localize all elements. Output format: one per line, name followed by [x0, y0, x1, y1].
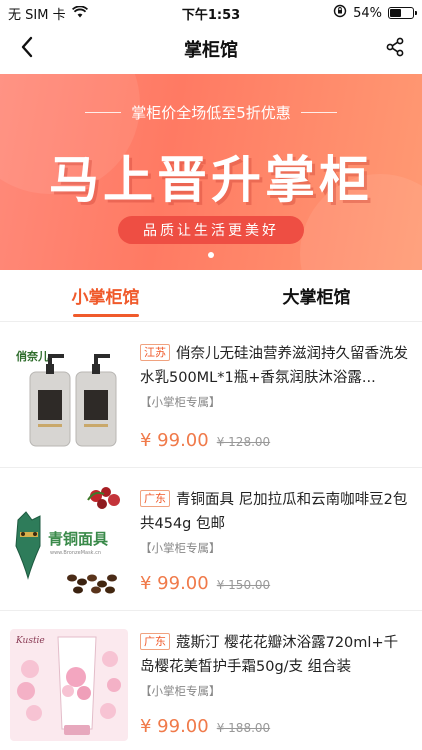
- banner-divider: [300, 112, 337, 113]
- current-price: ¥ 99.00: [140, 573, 209, 594]
- svg-text:Kustie: Kustie: [15, 636, 45, 646]
- product-item[interactable]: 青铜面具 www.BronzeMask.cn 广东 青铜面具 尼加拉瓜和云南咖啡豆…: [0, 468, 422, 611]
- current-price: ¥ 99.00: [140, 430, 209, 451]
- exclusive-tag: 【小掌柜专属】: [140, 541, 221, 555]
- wifi-icon: [71, 5, 88, 22]
- bronze-mask-coffee-image: 青铜面具 www.BronzeMask.cn: [10, 486, 128, 598]
- current-price: ¥ 99.00: [140, 716, 209, 737]
- navigation-bar: 掌柜馆: [0, 24, 422, 74]
- svg-text:www.BronzeMask.cn: www.BronzeMask.cn: [50, 550, 101, 556]
- product-title-block: 江苏 俏奈儿无硅油营养滋润持久留香洗发水乳500ML*1瓶+香氛润肤沐浴露...: [140, 342, 410, 390]
- status-left: 无 SIM 卡: [8, 4, 88, 23]
- share-button[interactable]: [380, 34, 410, 64]
- tab-small-shopkeeper[interactable]: 小掌柜馆: [0, 270, 211, 321]
- status-bar: 无 SIM 卡 下午1:53 54%: [0, 0, 422, 24]
- banner-divider: [85, 112, 122, 113]
- price-row: ¥ 99.00 ¥ 150.00: [140, 573, 270, 594]
- price-row: ¥ 99.00 ¥ 188.00: [140, 716, 270, 737]
- original-price: ¥ 150.00: [216, 578, 271, 592]
- product-info: 江苏 俏奈儿无硅油营养滋润持久留香洗发水乳500ML*1瓶+香氛润肤沐浴露... …: [140, 342, 410, 410]
- tab-bar: 小掌柜馆 大掌柜馆: [0, 270, 422, 322]
- original-price: ¥ 128.00: [216, 435, 271, 449]
- banner-pill: 品质让生活更美好: [118, 216, 304, 244]
- brand-logo-text: 青铜面具: [48, 530, 108, 548]
- exclusive-tag: 【小掌柜专属】: [140, 395, 221, 409]
- product-title-block: 广东 蔻斯汀 樱花花瓣沐浴露720ml+千岛樱花美皙护手霜50g/支 组合装: [140, 631, 410, 679]
- banner-subtitle: 掌柜价全场低至5折优惠: [131, 104, 291, 122]
- shampoo-bottles-image: 俏奈儿: [10, 340, 128, 452]
- product-title: 俏奈儿无硅油营养滋润持久留香洗发水乳500ML*1瓶+香氛润肤沐浴露...: [140, 346, 408, 386]
- region-badge: 广东: [140, 633, 170, 650]
- promo-banner[interactable]: 掌柜价全场低至5折优惠 马上晋升掌柜 品质让生活更美好: [0, 74, 422, 270]
- orientation-lock-icon: [333, 4, 347, 22]
- banner-subtitle-row: 掌柜价全场低至5折优惠: [0, 102, 422, 123]
- original-price: ¥ 188.00: [216, 721, 271, 735]
- banner-headline: 马上晋升掌柜: [49, 151, 373, 209]
- status-right: 54%: [333, 4, 417, 22]
- price-row: ¥ 99.00 ¥ 128.00: [140, 430, 270, 451]
- product-title: 蔻斯汀 樱花花瓣沐浴露720ml+千岛樱花美皙护手霜50g/支 组合装: [140, 635, 399, 675]
- battery-icon: [388, 7, 417, 19]
- sakura-lotion-image: Kustie: [10, 629, 128, 741]
- carrier-label: 无 SIM 卡: [8, 8, 66, 23]
- tab-label: 小掌柜馆: [71, 288, 140, 308]
- tab-label: 大掌柜馆: [282, 288, 351, 308]
- carousel-indicator: [208, 252, 214, 258]
- product-title: 青铜面具 尼加拉瓜和云南咖啡豆2包共454g 包邮: [140, 492, 408, 532]
- share-icon: [385, 37, 405, 61]
- product-list: 俏奈儿 江苏 俏奈儿无硅油营养滋润持久留香洗发水乳500ML*1瓶+香氛润肤沐浴露…: [0, 322, 422, 750]
- product-info: 广东 青铜面具 尼加拉瓜和云南咖啡豆2包共454g 包邮 【小掌柜专属】: [140, 488, 410, 556]
- svg-text:俏奈儿: 俏奈儿: [16, 349, 49, 363]
- tab-big-shopkeeper[interactable]: 大掌柜馆: [211, 270, 422, 321]
- region-badge: 江苏: [140, 344, 170, 361]
- page-title: 掌柜馆: [184, 40, 238, 61]
- tab-active-indicator: [72, 314, 139, 317]
- battery-percent: 54%: [353, 5, 382, 21]
- product-item[interactable]: 俏奈儿 江苏 俏奈儿无硅油营养滋润持久留香洗发水乳500ML*1瓶+香氛润肤沐浴露…: [0, 322, 422, 468]
- product-info: 广东 蔻斯汀 樱花花瓣沐浴露720ml+千岛樱花美皙护手霜50g/支 组合装 【小…: [140, 631, 410, 699]
- product-item[interactable]: Kustie 广东 蔻斯汀 樱花花瓣沐浴露720ml+千岛樱花美皙护手霜50g/支…: [0, 611, 422, 750]
- product-title-block: 广东 青铜面具 尼加拉瓜和云南咖啡豆2包共454g 包邮: [140, 488, 410, 536]
- exclusive-tag: 【小掌柜专属】: [140, 684, 221, 698]
- battery-level: [390, 9, 401, 17]
- region-badge: 广东: [140, 490, 170, 507]
